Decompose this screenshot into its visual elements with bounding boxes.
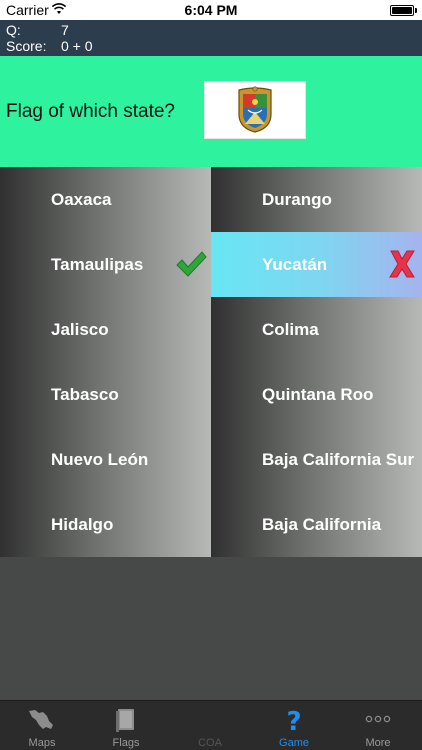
answer-button-nuevo-leon[interactable]: Nuevo León — [0, 427, 211, 492]
answer-label: Nuevo León — [51, 450, 149, 469]
battery-tip — [415, 8, 417, 13]
answer-label: Oaxaca — [51, 190, 112, 209]
cross-icon — [389, 250, 415, 278]
flag-book-icon — [116, 709, 134, 732]
answer-grid: Oaxaca Durango Tamaulipas Yucatán Jalisc… — [0, 167, 422, 558]
answer-label: Baja California — [262, 515, 382, 534]
map-icon — [29, 710, 53, 729]
question-counter: Q: 7 — [6, 22, 69, 38]
question-mark-icon: ? — [286, 707, 301, 733]
tab-label: Maps — [28, 737, 56, 749]
svg-text:?: ? — [286, 707, 301, 733]
tab-more[interactable]: More — [336, 701, 420, 750]
tab-maps[interactable]: Maps — [0, 701, 84, 750]
answer-button-hidalgo[interactable]: Hidalgo — [0, 492, 211, 557]
question-counter-value: 7 — [61, 22, 69, 38]
answer-label: Hidalgo — [51, 515, 114, 534]
answer-label: Quintana Roo — [262, 385, 374, 404]
battery-icon — [390, 5, 414, 16]
tab-bar: Maps Flags COA ? Game More — [0, 700, 422, 750]
answer-button-baja-california-sur[interactable]: Baja California Sur — [211, 427, 422, 492]
answer-label: Yucatán — [262, 255, 328, 274]
clock: 6:04 PM — [184, 2, 238, 18]
status-bar: Carrier 6:04 PM — [0, 0, 422, 20]
answer-label: Colima — [262, 320, 319, 339]
answer-button-jalisco[interactable]: Jalisco — [0, 297, 211, 362]
score-value: 0 + 0 — [61, 38, 93, 54]
tab-label: Game — [279, 737, 309, 749]
tab-game[interactable]: ? Game — [252, 701, 336, 750]
question-area: Flag of which state? — [0, 56, 422, 167]
answer-label: Tabasco — [51, 385, 119, 404]
score-row: Score: 0 + 0 — [6, 38, 93, 54]
answer-button-oaxaca[interactable]: Oaxaca — [0, 167, 211, 232]
answer-button-colima[interactable]: Colima — [211, 297, 422, 362]
tab-coa[interactable]: COA — [168, 701, 252, 750]
answer-button-baja-california[interactable]: Baja California — [211, 492, 422, 557]
answer-button-tabasco[interactable]: Tabasco — [0, 362, 211, 427]
tab-label: Flags — [112, 737, 140, 749]
answer-button-durango[interactable]: Durango — [211, 167, 422, 232]
tamaulipas-flag — [238, 86, 272, 133]
score-label: Score: — [6, 38, 47, 54]
flag-image — [204, 81, 306, 139]
score-header: Q: 7 Score: 0 + 0 — [0, 20, 422, 56]
answer-label: Tamaulipas — [51, 255, 144, 274]
tab-label: COA — [198, 737, 222, 749]
tab-label: More — [365, 737, 391, 749]
question-text: Flag of which state? — [6, 101, 175, 122]
question-counter-label: Q: — [6, 22, 21, 38]
answer-label: Durango — [262, 190, 332, 209]
answer-button-yucatan[interactable]: Yucatán — [211, 232, 422, 297]
tab-flags[interactable]: Flags — [84, 701, 168, 750]
answer-button-tamaulipas[interactable]: Tamaulipas — [0, 232, 211, 297]
answer-button-quintana-roo[interactable]: Quintana Roo — [211, 362, 422, 427]
answer-label: Jalisco — [51, 320, 109, 339]
checkmark-icon — [176, 251, 207, 277]
more-icon — [365, 715, 391, 723]
answer-label: Baja California Sur — [262, 450, 415, 469]
